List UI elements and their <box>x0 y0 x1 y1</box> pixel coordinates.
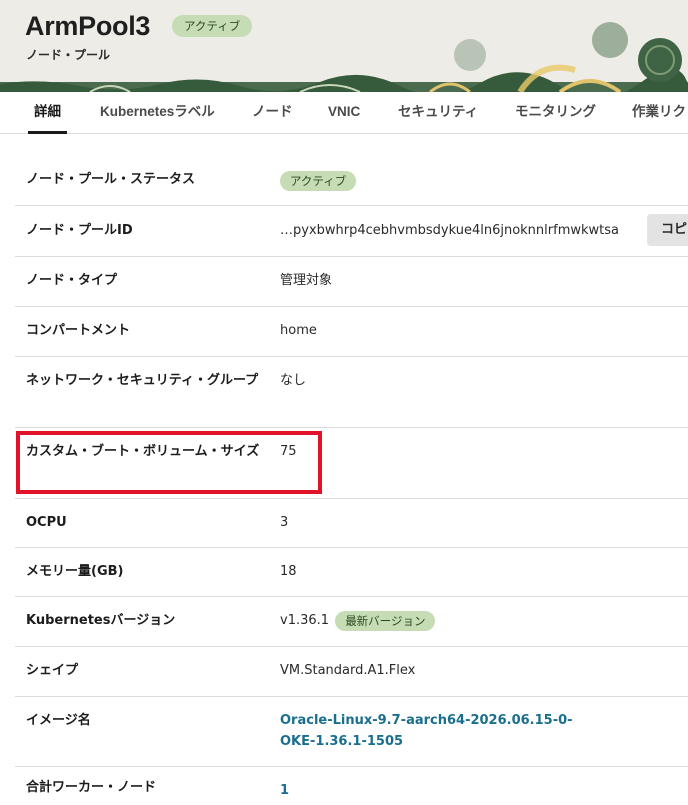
detail-row-k8s-version: Kubernetesバージョン v1.36.1 最新バージョン <box>15 597 688 647</box>
k8s-version-value: v1.36.1 <box>280 613 330 628</box>
detail-row-image: イメージ名 Oracle-Linux-9.7-aarch64-2026.06.1… <box>15 697 688 767</box>
detail-label: ノード・タイプ <box>26 273 118 288</box>
tab-details[interactable]: 詳細 <box>28 92 67 134</box>
detail-row-status: ノード・プール・ステータス アクティブ <box>15 156 688 206</box>
status-badge: アクティブ <box>280 170 357 191</box>
copy-button[interactable]: コピー <box>647 214 688 246</box>
tab-work-requests[interactable]: 作業リク <box>632 92 686 134</box>
detail-label: Kubernetesバージョン <box>26 613 176 628</box>
detail-label: メモリー量(GB) <box>26 564 124 579</box>
detail-value: v1.36.1 最新バージョン <box>280 610 436 631</box>
tab-security[interactable]: セキュリティ <box>398 92 478 134</box>
tab-bar: 詳細 Kubernetesラベル ノード VNIC セキュリティ モニタリング … <box>0 92 688 134</box>
page-title: ArmPool3 <box>25 11 151 41</box>
detail-value: 3 <box>280 515 289 530</box>
detail-label: イメージ名 <box>26 713 91 728</box>
detail-value: home <box>280 323 317 338</box>
detail-value: なし <box>280 373 307 388</box>
detail-label: ノード・プール・ステータス <box>26 172 196 187</box>
detail-value: アクティブ <box>280 170 357 191</box>
page-subtitle: ノード・プール <box>26 48 111 62</box>
detail-row-total-workers: 合計ワーカー・ノード 1 <box>15 767 688 805</box>
tab-vnic[interactable]: VNIC <box>328 92 360 134</box>
status-badge: アクティブ <box>172 15 253 37</box>
highlight-annotation <box>16 431 322 494</box>
detail-label: シェイプ <box>26 663 79 678</box>
detail-row-memory: メモリー量(GB) 18 <box>15 548 688 597</box>
tab-monitoring[interactable]: モニタリング <box>515 92 596 134</box>
detail-value: VM.Standard.A1.Flex <box>280 663 416 678</box>
page-header: ArmPool3 アクティブ ノード・プール <box>0 0 688 92</box>
detail-row-nsg: ネットワーク・セキュリティ・グループ なし <box>15 357 688 428</box>
detail-row-shape: シェイプ VM.Standard.A1.Flex <box>15 647 688 697</box>
pool-id-value: …pyxbwhrp4cebhvmbsdykue4ln6jnoknnlrfmwkw… <box>280 223 619 238</box>
tab-nodes[interactable]: ノード <box>252 92 293 134</box>
detail-label: 合計ワーカー・ノード <box>26 780 157 795</box>
total-workers-link[interactable]: 1 <box>280 780 320 801</box>
latest-version-badge: 最新バージョン <box>335 610 436 631</box>
detail-label: コンパートメント <box>26 323 131 338</box>
detail-row-ocpu: OCPU 3 <box>15 499 688 548</box>
detail-label: ネットワーク・セキュリティ・グループ <box>26 373 259 388</box>
detail-value: 18 <box>280 564 297 579</box>
detail-value: 管理対象 <box>280 273 333 288</box>
detail-row-compartment: コンパートメント home <box>15 307 688 357</box>
detail-row-node-type: ノード・タイプ 管理対象 <box>15 257 688 307</box>
detail-label: OCPU <box>26 515 67 530</box>
detail-label: ノード・プールID <box>26 223 133 238</box>
image-name-link[interactable]: Oracle-Linux-9.7-aarch64-2026.06.15-0-OK… <box>280 710 600 752</box>
tab-kubernetes-labels[interactable]: Kubernetesラベル <box>100 92 215 134</box>
detail-row-pool-id: ノード・プールID …pyxbwhrp4cebhvmbsdykue4ln6jno… <box>15 206 688 257</box>
